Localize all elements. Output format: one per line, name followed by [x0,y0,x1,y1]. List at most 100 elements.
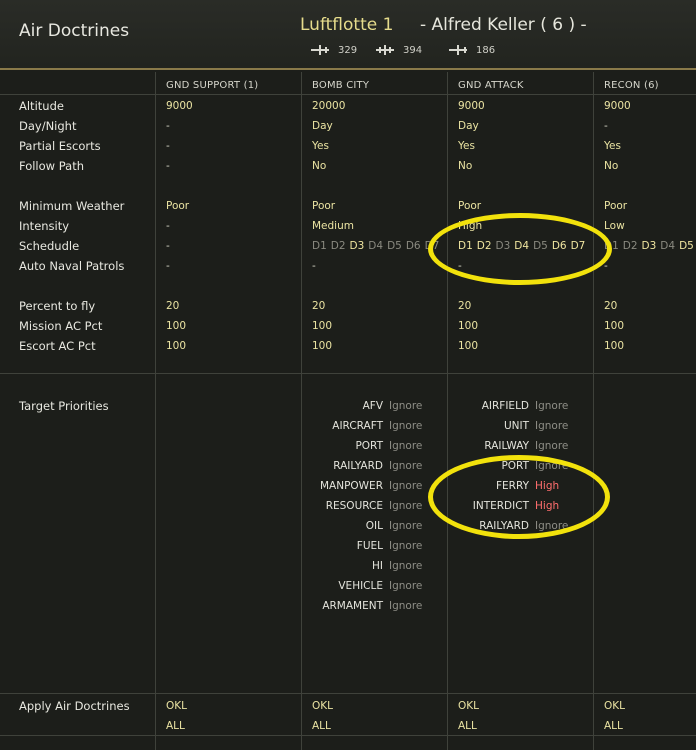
min-weather-value[interactable]: Poor [604,200,627,212]
row-divider [0,735,696,736]
column-header-gnd-support[interactable]: GND SUPPORT (1) [166,80,258,91]
row-divider [0,693,696,694]
target-priority-level[interactable]: Ignore [389,480,422,492]
percent-to-fly-value[interactable]: 20 [604,300,617,312]
apply-all-button[interactable]: ALL [166,720,185,732]
schedule-day-toggle[interactable]: D3 [642,240,657,252]
target-priority-level[interactable]: Ignore [389,500,422,512]
day-night-value[interactable]: Day [458,120,479,132]
intensity-value[interactable]: Medium [312,220,354,232]
mission-ac-pct-value[interactable]: 100 [166,320,186,332]
column-header-recon[interactable]: RECON (6) [604,80,659,91]
column-header-bomb-city[interactable]: BOMB CITY [312,80,369,91]
escort-ac-pct-value[interactable]: 100 [166,340,186,352]
target-priority-label: PORT [355,440,383,452]
target-priority-level[interactable]: Ignore [389,540,422,552]
schedule-day-toggle[interactable]: D1 [312,240,327,252]
mission-ac-pct-value[interactable]: 100 [312,320,332,332]
transport-count: 186 [448,44,495,56]
follow-path-value[interactable]: No [604,160,618,172]
target-priority-level[interactable]: Ignore [535,440,568,452]
fighter-count-value: 329 [338,44,358,56]
schedule-day-toggle[interactable]: D4 [368,240,383,252]
partial-escorts-value[interactable]: Yes [604,140,621,152]
mission-ac-pct-value[interactable]: 100 [458,320,478,332]
auto-naval-value[interactable]: - [312,260,316,272]
escort-ac-pct-value[interactable]: 100 [604,340,624,352]
bomber-count-value: 394 [403,44,423,56]
column-divider [593,72,594,750]
altitude-value[interactable]: 9000 [458,100,485,112]
follow-path-value[interactable]: No [458,160,472,172]
apply-all-button[interactable]: ALL [458,720,477,732]
schedule-day-toggle[interactable]: D5 [387,240,402,252]
schedule-day-toggle[interactable]: D6 [406,240,421,252]
min-weather-value[interactable]: Poor [458,200,481,212]
column-divider [447,72,448,750]
schedule-day-toggle[interactable]: D4 [660,240,675,252]
row-label-partial-escorts: Partial Escorts [19,139,101,153]
follow-path-value[interactable]: - [166,160,170,172]
target-priority-level[interactable]: Ignore [389,600,422,612]
apply-all-button[interactable]: ALL [312,720,331,732]
mission-ac-pct-value[interactable]: 100 [604,320,624,332]
min-weather-value[interactable]: Poor [312,200,335,212]
target-priority-level[interactable]: Ignore [389,440,422,452]
day-night-value[interactable]: - [604,120,608,132]
day-night-value[interactable]: Day [312,120,333,132]
schedule-day-toggle[interactable]: D5 [679,240,694,252]
day-night-value[interactable]: - [166,120,170,132]
aircraft-counts: 329 394 186 [0,44,696,60]
schedule-value[interactable]: - [166,240,170,252]
target-priority-level[interactable]: Ignore [389,580,422,592]
target-priority-label: AFV [362,400,383,412]
schedule-day-toggle[interactable]: D3 [350,240,365,252]
commander-name: - Alfred Keller ( 6 ) - [420,15,587,35]
row-label-altitude: Altitude [19,99,64,113]
apply-okl-button[interactable]: OKL [458,700,479,712]
altitude-value[interactable]: 9000 [166,100,193,112]
column-divider [155,72,156,750]
intensity-value[interactable]: Low [604,220,625,232]
transport-count-value: 186 [476,44,496,56]
column-divider [301,72,302,750]
apply-okl-button[interactable]: OKL [312,700,333,712]
column-header-gnd-attack[interactable]: GND ATTACK [458,80,524,91]
target-priority-level[interactable]: Ignore [389,400,422,412]
partial-escorts-value[interactable]: - [166,140,170,152]
percent-to-fly-value[interactable]: 20 [166,300,179,312]
partial-escorts-value[interactable]: Yes [458,140,475,152]
target-priority-level[interactable]: Ignore [535,400,568,412]
follow-path-value[interactable]: No [312,160,326,172]
target-priority-level[interactable]: Ignore [389,420,422,432]
row-label-follow-path: Follow Path [19,159,84,173]
auto-naval-value[interactable]: - [166,260,170,272]
altitude-value[interactable]: 9000 [604,100,631,112]
altitude-value[interactable]: 20000 [312,100,345,112]
target-priority-level[interactable]: Ignore [389,460,422,472]
apply-okl-button[interactable]: OKL [166,700,187,712]
percent-to-fly-value[interactable]: 20 [458,300,471,312]
partial-escorts-value[interactable]: Yes [312,140,329,152]
row-divider [0,94,696,95]
min-weather-value[interactable]: Poor [166,200,189,212]
air-fleet-name[interactable]: Luftflotte 1 [300,15,393,35]
apply-all-button[interactable]: ALL [604,720,623,732]
escort-ac-pct-value[interactable]: 100 [458,340,478,352]
target-priority-level[interactable]: Ignore [535,420,568,432]
apply-okl-button[interactable]: OKL [604,700,625,712]
schedule-day-toggle[interactable]: D2 [623,240,638,252]
percent-to-fly-value[interactable]: 20 [312,300,325,312]
schedule-day-toggle[interactable]: D2 [331,240,346,252]
bomber-plane-icon [376,45,394,55]
intensity-value[interactable]: - [166,220,170,232]
target-priority-label: HI [372,560,383,572]
target-priority-level[interactable]: Ignore [389,520,422,532]
header-bar: Air Doctrines Luftflotte 1 - Alfred Kell… [0,0,696,70]
highlight-circle-schedule [428,213,612,285]
escort-ac-pct-value[interactable]: 100 [312,340,332,352]
row-label-escort-ac-pct: Escort AC Pct [19,339,96,353]
target-priority-level[interactable]: Ignore [389,560,422,572]
target-priority-label: OIL [365,520,383,532]
row-label-target-priorities: Target Priorities [19,399,109,413]
